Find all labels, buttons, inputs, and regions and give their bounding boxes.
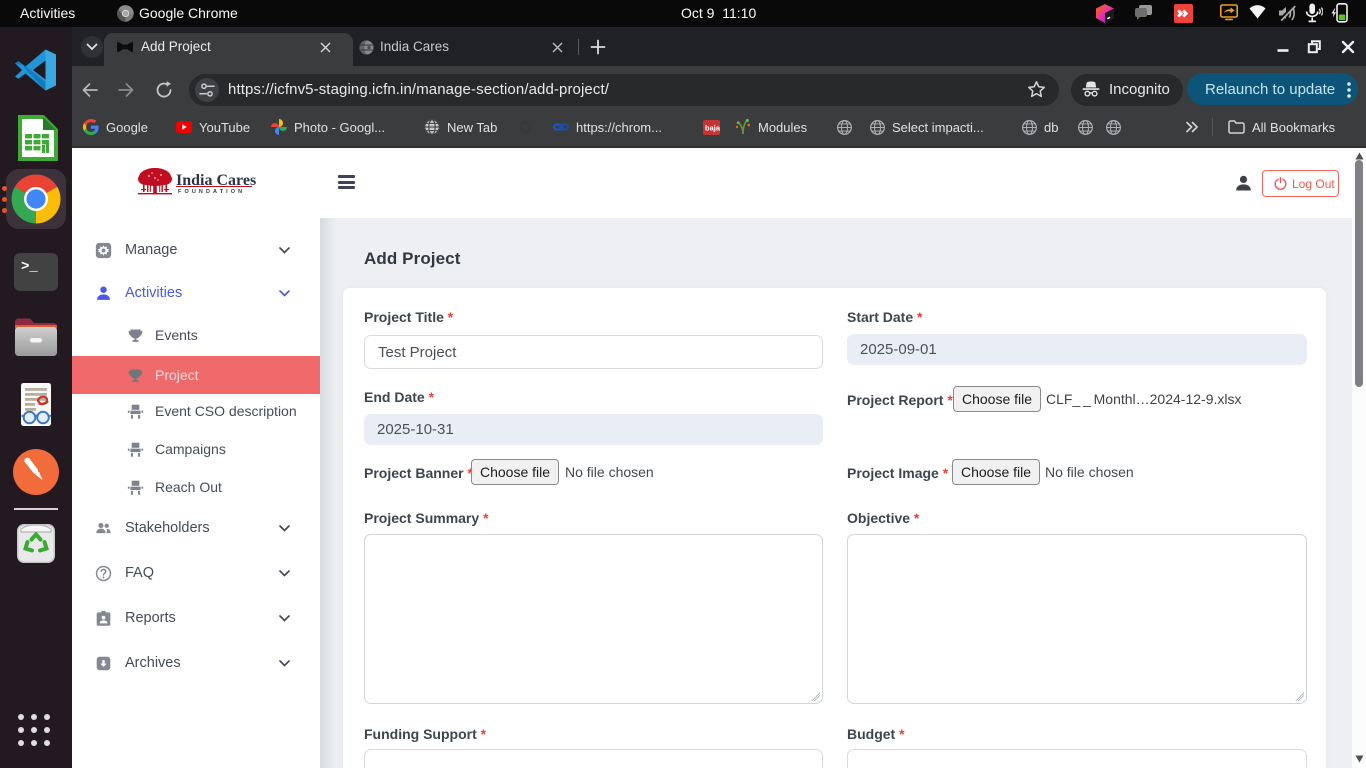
svg-text:>_: >_	[21, 259, 38, 275]
svg-text:bajaj: bajaj	[705, 123, 720, 132]
